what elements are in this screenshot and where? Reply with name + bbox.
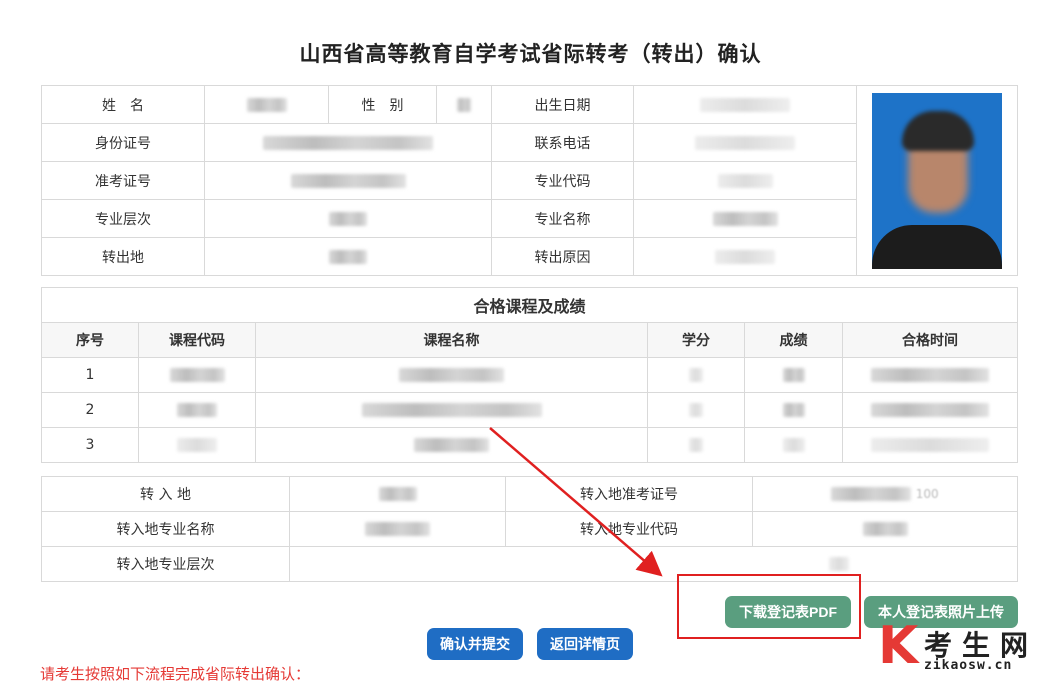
course-name [255,357,648,393]
course-credit [647,392,745,428]
col-header-credit: 学分 [647,322,745,358]
course-pass-time [842,427,1018,463]
phone-label: 联系电话 [491,123,634,162]
course-credit [647,427,745,463]
major-name-value [633,199,857,238]
courses-table: 合格课程及成绩 序号 课程代码 课程名称 学分 成绩 合格时间 1 2 3 [41,287,1018,463]
out-place-label: 转出地 [41,237,205,276]
level-label: 专业层次 [41,199,205,238]
gender-value [436,85,492,124]
course-score [744,392,843,428]
in-major-name-value [289,511,506,547]
personal-info-table: 姓 名 性 别 出生日期 身份证号 联系电话 准考证号 专业代码 专业层次 专业… [41,85,1018,276]
out-reason-value [633,237,857,276]
watermark-url: zikaosw.cn [924,658,1013,673]
download-pdf-button[interactable]: 下载登记表PDF [725,596,851,628]
row-no: 2 [41,392,139,428]
course-code [138,392,256,428]
course-name [255,427,648,463]
photo-cell [856,85,1018,276]
id-number-label: 身份证号 [41,123,205,162]
applicant-photo [872,92,1002,269]
in-major-code-label: 转入地专业代码 [505,511,753,547]
in-exam-number-value: 100 [752,476,1018,512]
course-score [744,357,843,393]
major-code-value [633,161,857,200]
col-header-pass-time: 合格时间 [842,322,1018,358]
level-value [204,199,492,238]
in-major-code-value [752,511,1018,547]
name-value [204,85,329,124]
in-place-value [289,476,506,512]
course-credit [647,357,745,393]
birth-date-value [633,85,857,124]
major-name-label: 专业名称 [491,199,634,238]
in-major-name-label: 转入地专业名称 [41,511,290,547]
col-header-no: 序号 [41,322,139,358]
watermark-k: K [878,616,919,676]
in-exam-number-label: 转入地准考证号 [505,476,753,512]
table-row: 1 [41,357,1018,393]
course-name [255,392,648,428]
in-place-label: 转 入 地 [41,476,290,512]
col-header-score: 成绩 [744,322,843,358]
name-label: 姓 名 [41,85,205,124]
course-score [744,427,843,463]
row-no: 3 [41,427,139,463]
out-reason-label: 转出原因 [491,237,634,276]
instruction-notice: 请考生按照如下流程完成省际转出确认： [40,665,311,681]
course-code [138,427,256,463]
back-detail-button[interactable]: 返回详情页 [537,628,633,660]
col-header-code: 课程代码 [138,322,256,358]
gender-label: 性 别 [328,85,437,124]
watermark-logo: K 考生网 zikaosw.cn [872,620,1057,678]
table-row: 2 [41,392,1018,428]
course-pass-time [842,357,1018,393]
confirm-submit-button[interactable]: 确认并提交 [427,628,523,660]
col-header-name: 课程名称 [255,322,648,358]
transfer-in-table: 转 入 地 转入地准考证号 100 转入地专业名称 转入地专业代码 转入地专业层… [41,476,1018,582]
major-code-label: 专业代码 [491,161,634,200]
in-level-value [289,546,1018,582]
phone-value [633,123,857,162]
page-title: 山西省高等教育自学考试省际转考（转出）确认 [299,42,762,66]
id-number-value [204,123,492,162]
exam-number-label: 准考证号 [41,161,205,200]
in-exam-number-tail: 100 [915,487,939,501]
row-no: 1 [41,357,139,393]
out-place-value [204,237,492,276]
course-pass-time [842,392,1018,428]
courses-caption: 合格课程及成绩 [41,287,1018,323]
course-code [138,357,256,393]
exam-number-value [204,161,492,200]
table-row: 3 [41,427,1018,463]
in-level-label: 转入地专业层次 [41,546,290,582]
birth-date-label: 出生日期 [491,85,634,124]
